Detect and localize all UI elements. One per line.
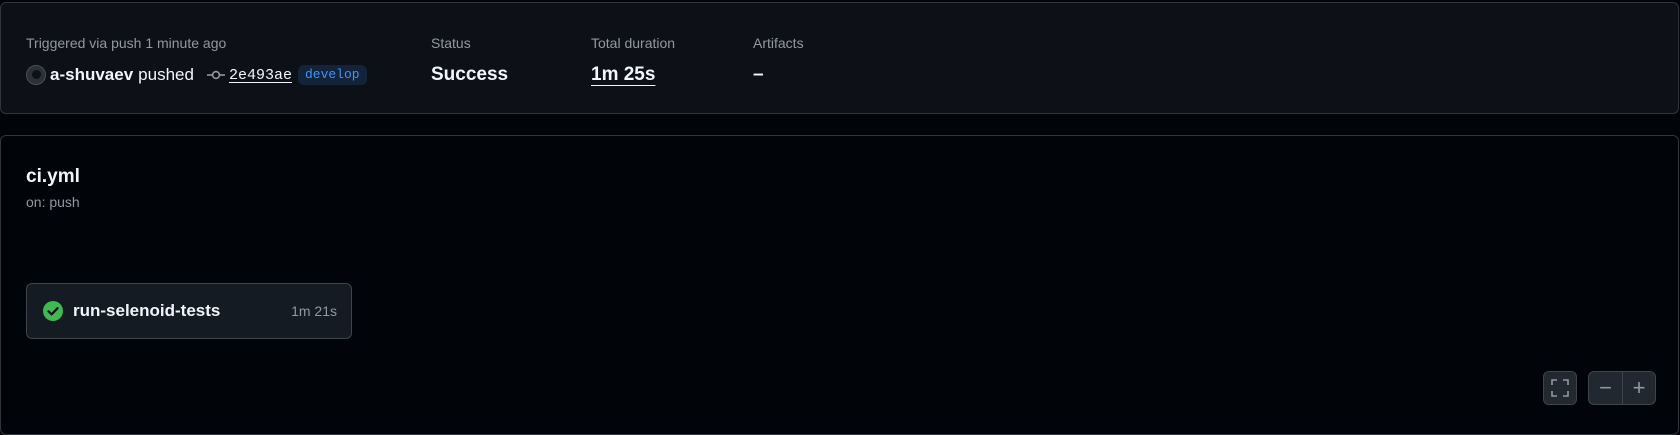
- status-value: Success: [431, 64, 509, 85]
- check-circle-fill-icon: [43, 301, 63, 321]
- status-label: Status: [431, 35, 471, 51]
- duration-info: Total duration 1m 25s: [591, 33, 675, 87]
- workflow-graph: ci.yml on: push run-selenoid-tests 1m 21…: [0, 135, 1679, 435]
- trigger-label: Triggered via push 1 minute ago: [26, 35, 227, 51]
- job-name: run-selenoid-tests: [73, 301, 221, 320]
- zoom-in-button[interactable]: +: [1621, 372, 1655, 404]
- commit-sha-link[interactable]: 2e493ae: [229, 67, 292, 84]
- artifacts-label: Artifacts: [753, 35, 804, 51]
- zoom-out-button[interactable]: −: [1589, 372, 1622, 404]
- job-card[interactable]: run-selenoid-tests 1m 21s: [26, 283, 352, 339]
- workflow-name: ci.yml: [26, 166, 80, 187]
- status-info: Status Success: [431, 33, 508, 87]
- fullscreen-button[interactable]: [1543, 371, 1577, 405]
- workflow-trigger: on: push: [26, 194, 80, 210]
- branch-badge[interactable]: develop: [297, 65, 367, 85]
- zoom-controls: − +: [1588, 371, 1656, 405]
- run-summary-panel: Triggered via push 1 minute ago a-shuvae…: [0, 2, 1679, 114]
- duration-label: Total duration: [591, 35, 676, 51]
- artifacts-value: –: [753, 64, 764, 85]
- fullscreen-icon: [1551, 379, 1569, 397]
- artifacts-info: Artifacts –: [753, 33, 804, 87]
- actor-link[interactable]: a-shuvaev: [50, 65, 133, 85]
- action-text: pushed: [138, 65, 194, 84]
- job-duration: 1m 21s: [291, 303, 337, 319]
- trigger-row: a-shuvaev pushed 2e493ae develop: [26, 63, 367, 87]
- duration-link[interactable]: 1m 25s: [591, 64, 655, 85]
- git-commit-icon: [206, 70, 225, 80]
- avatar[interactable]: [26, 65, 46, 85]
- trigger-info: Triggered via push 1 minute ago a-shuvae…: [26, 33, 367, 87]
